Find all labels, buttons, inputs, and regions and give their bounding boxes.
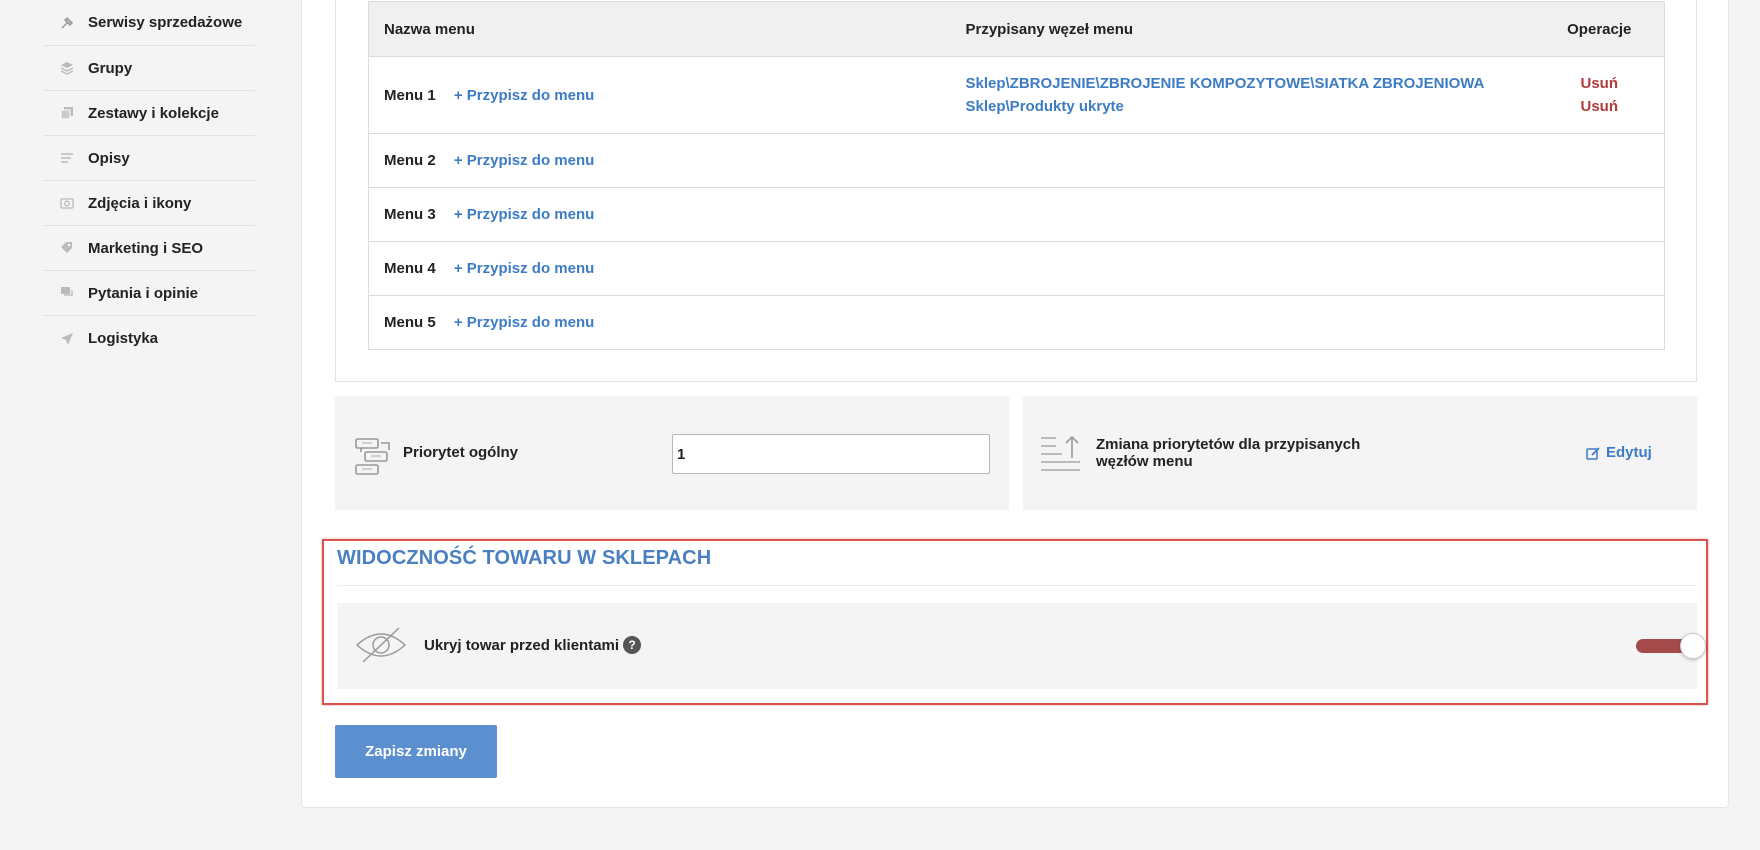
text-icon [43,151,88,165]
sidebar-item-label: Serwisy sprzedażowe [88,14,243,31]
edit-priority-link[interactable]: Edytuj [1586,444,1652,461]
hide-product-label: Ukryj towar przed klientami [424,637,620,654]
eye-slash-icon [355,625,407,665]
sidebar: Serwisy sprzedażowe Grupy Zestawy i kole… [43,0,255,361]
toggle-knob [1680,633,1706,659]
table-row: Menu 1 + Przypisz do menu Sklep\ZBROJENI… [368,56,1665,134]
assign-to-menu-link[interactable]: + Przypisz do menu [454,314,594,331]
sidebar-item-label: Zdjęcia i ikony [88,194,192,212]
send-icon [43,332,88,346]
menu-table: Nazwa menu Przypisany węzeł menu Operacj… [368,1,1665,350]
sort-priority-icon [1040,434,1080,476]
sidebar-item-marketing[interactable]: Marketing i SEO [43,226,255,271]
tags-icon [43,241,88,255]
camera-icon [43,196,88,210]
edit-icon [1586,446,1600,460]
assign-to-menu-link[interactable]: + Przypisz do menu [454,87,594,104]
visibility-section: WIDOCZNOŚĆ TOWARU W SKLEPACH Ukryj towar… [322,539,1708,705]
edit-priority-label: Edytuj [1606,444,1652,461]
column-header-node: Przypisany węzeł menu [950,1,1535,57]
assign-to-menu-link[interactable]: + Przypisz do menu [454,152,594,169]
stack-icon [43,106,88,120]
menu-name: Menu 5 [384,314,436,331]
save-changes-button[interactable]: Zapisz zmiany [335,725,497,778]
general-priority-input[interactable] [672,434,990,474]
hide-product-row: Ukryj towar przed klientami ? [337,603,1706,689]
sidebar-item-serwisy[interactable]: Serwisy sprzedażowe [43,0,255,46]
sidebar-item-opisy[interactable]: Opisy [43,136,255,181]
sidebar-item-zestawy[interactable]: Zestawy i kolekcje [43,91,255,136]
menu-node-link[interactable]: Sklep\ZBROJENIE\ZBROJENIE KOMPOZYTOWE\SI… [966,72,1535,95]
hammer-icon [43,16,88,30]
remove-node-link[interactable]: Usuń [1535,95,1665,118]
sidebar-item-zdjecia[interactable]: Zdjęcia i ikony [43,181,255,226]
hierarchy-icon [353,434,393,476]
sidebar-item-pytania[interactable]: Pytania i opinie [43,271,255,316]
column-header-name: Nazwa menu [368,1,951,57]
sidebar-item-label: Logistyka [88,330,159,347]
node-priority-panel: Zmiana priorytetów dla przypisanych węzł… [1023,396,1697,510]
menu-assignment-block: Nazwa menu Przypisany węzeł menu Operacj… [335,0,1697,382]
general-priority-panel: Priorytet ogólny [335,396,1009,510]
product-card: Nazwa menu Przypisany węzeł menu Operacj… [301,0,1729,808]
sidebar-item-logistyka[interactable]: Logistyka [43,316,255,361]
sidebar-item-label: Marketing i SEO [88,239,204,257]
remove-node-link[interactable]: Usuń [1535,72,1665,95]
sidebar-item-label: Zestawy i kolekcje [88,104,219,122]
general-priority-label: Priorytet ogólny [403,444,519,461]
table-row: Menu 5 + Przypisz do menu [368,295,1665,350]
menu-name: Menu 3 [384,206,436,223]
assign-to-menu-link[interactable]: + Przypisz do menu [454,260,594,277]
divider [337,585,1697,586]
hide-product-toggle[interactable] [1636,633,1706,659]
comments-icon [43,286,88,300]
sidebar-item-label: Opisy [88,149,130,167]
menu-name: Menu 1 [384,86,436,104]
sidebar-item-grupy[interactable]: Grupy [43,46,255,91]
menu-name: Menu 4 [384,260,436,277]
visibility-title: WIDOCZNOŚĆ TOWARU W SKLEPACH [337,547,712,569]
sidebar-item-label: Grupy [88,59,133,77]
help-icon[interactable]: ? [623,636,641,654]
table-row: Menu 2 + Przypisz do menu [368,133,1665,188]
column-header-ops: Operacje [1534,1,1665,57]
menu-name: Menu 2 [384,152,436,169]
assign-to-menu-link[interactable]: + Przypisz do menu [454,206,594,223]
table-row: Menu 3 + Przypisz do menu [368,187,1665,242]
menu-node-link[interactable]: Sklep\Produkty ukryte [966,95,1535,118]
layers-icon [43,61,88,75]
table-row: Menu 4 + Przypisz do menu [368,241,1665,296]
node-priority-label: Zmiana priorytetów dla przypisanych węzł… [1096,436,1361,470]
sidebar-item-label: Pytania i opinie [88,284,199,302]
